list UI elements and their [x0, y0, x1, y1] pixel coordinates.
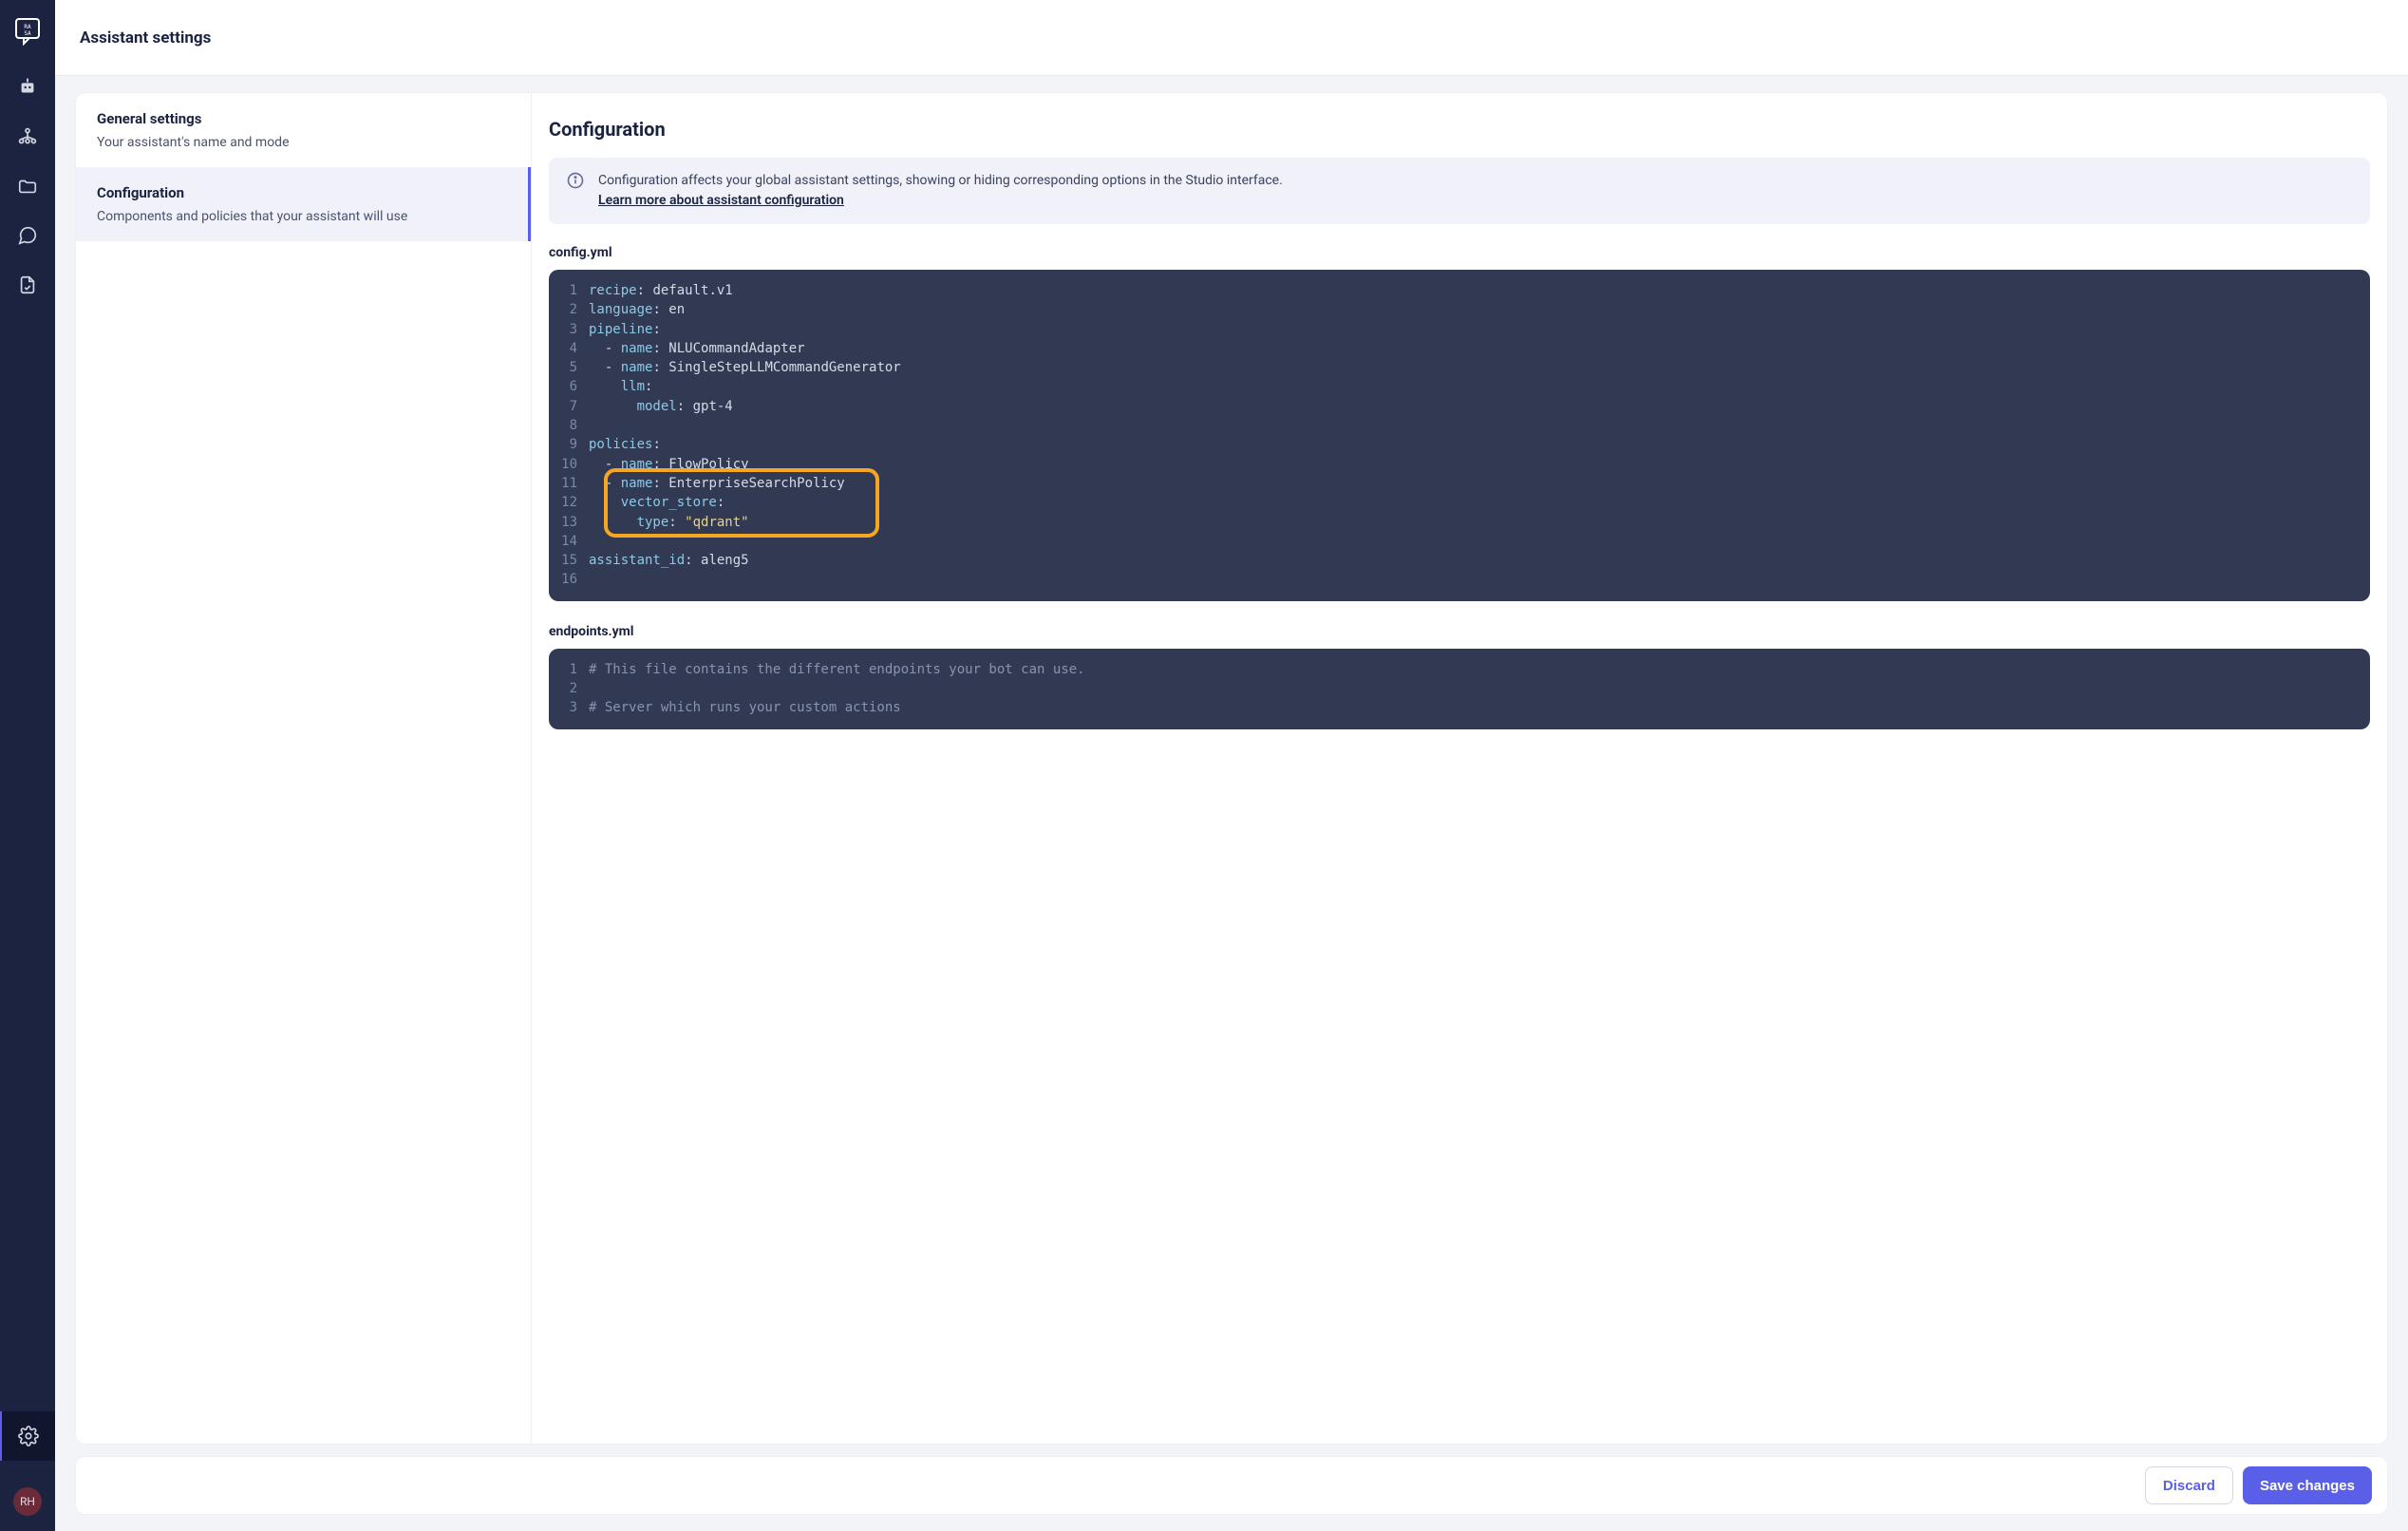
code-line: 9policies: [549, 435, 2370, 454]
code-line: 5 - name: SingleStepLLMCommandGenerator [549, 358, 2370, 377]
config-yml-editor[interactable]: 1recipe: default.v12language: en3pipelin… [549, 270, 2370, 601]
code-line: 2language: en [549, 300, 2370, 319]
settings-tab-configuration[interactable]: Configuration Components and policies th… [76, 167, 531, 241]
code-line: 16 [549, 570, 2370, 589]
info-banner: Configuration affects your global assist… [549, 158, 2370, 224]
settings-tabs-pane: General settings Your assistant's name a… [76, 93, 532, 1444]
settings-tab-general[interactable]: General settings Your assistant's name a… [76, 93, 531, 167]
page-title: Assistant settings [80, 28, 211, 47]
user-avatar[interactable]: RH [13, 1487, 42, 1516]
code-line: 11 - name: EnterpriseSearchPolicy [549, 474, 2370, 493]
config-file-label: config.yml [549, 245, 2370, 260]
code-line: 13 type: "qdrant" [549, 513, 2370, 532]
settings-tab-subtitle: Components and policies that your assist… [97, 209, 507, 224]
code-line: 1# This file contains the different endp… [549, 660, 2370, 679]
settings-tab-subtitle: Your assistant's name and mode [97, 135, 510, 150]
code-line: 12 vector_store: [549, 493, 2370, 512]
info-text: Configuration affects your global assist… [598, 171, 1283, 211]
code-line: 15assistant_id: aleng5 [549, 551, 2370, 570]
save-button[interactable]: Save changes [2243, 1466, 2372, 1504]
code-line: 8 [549, 416, 2370, 435]
code-line: 7 model: gpt-4 [549, 397, 2370, 416]
code-line: 3pipeline: [549, 320, 2370, 339]
document-icon[interactable] [16, 274, 39, 296]
code-line: 4 - name: NLUCommandAdapter [549, 339, 2370, 358]
content-area: General settings Your assistant's name a… [55, 76, 2408, 1531]
rasa-logo[interactable]: RA SA [14, 17, 41, 49]
code-line: 6 llm: [549, 377, 2370, 396]
svg-text:SA: SA [24, 30, 31, 37]
code-line: 10 - name: FlowPolicy [549, 455, 2370, 474]
endpoints-file-label: endpoints.yml [549, 624, 2370, 639]
endpoints-yml-editor[interactable]: 1# This file contains the different endp… [549, 649, 2370, 729]
chat-icon[interactable] [16, 224, 39, 247]
main-column: Assistant settings General settings Your… [55, 0, 2408, 1531]
svg-text:RA: RA [24, 24, 31, 30]
top-bar: Assistant settings [55, 0, 2408, 76]
settings-nav-item[interactable] [0, 1411, 55, 1461]
config-heading: Configuration [549, 118, 2370, 141]
assistant-icon[interactable] [16, 76, 39, 99]
gear-icon [17, 1425, 40, 1447]
folder-icon[interactable] [16, 175, 39, 198]
avatar-initials: RH [20, 1495, 35, 1508]
left-nav: RA SA RH [0, 0, 55, 1531]
app-root: RA SA RH Assistant s [0, 0, 2408, 1531]
settings-card: General settings Your assistant's name a… [76, 93, 2387, 1444]
footer-bar: Discard Save changes [76, 1457, 2387, 1514]
info-icon [566, 171, 585, 211]
learn-more-link[interactable]: Learn more about assistant configuration [598, 193, 844, 208]
config-pane[interactable]: Configuration Configuration affects your… [532, 93, 2387, 1444]
settings-tab-title: General settings [97, 110, 510, 127]
code-line: 14 [549, 532, 2370, 551]
flows-icon[interactable] [16, 125, 39, 148]
code-line: 3# Server which runs your custom actions [549, 698, 2370, 717]
discard-button[interactable]: Discard [2145, 1466, 2233, 1504]
settings-tab-title: Configuration [97, 184, 507, 201]
code-line: 1recipe: default.v1 [549, 281, 2370, 300]
code-line: 2 [549, 679, 2370, 698]
